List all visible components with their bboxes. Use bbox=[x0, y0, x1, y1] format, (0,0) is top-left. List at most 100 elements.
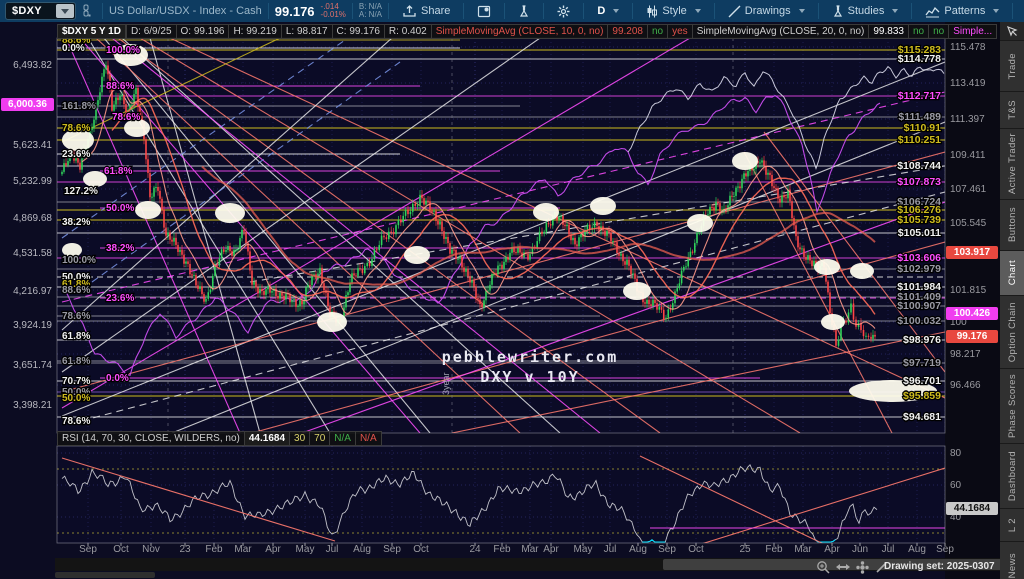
fib-retracement-label: 100.0% bbox=[62, 255, 96, 266]
sma10-flag2[interactable]: yes bbox=[668, 24, 693, 39]
sidebar-tab-dashboard[interactable]: Dashboard bbox=[1000, 444, 1024, 509]
sidebar-tab-label: Trade bbox=[1007, 53, 1018, 79]
timeframe-label: D bbox=[597, 5, 605, 17]
sidebar-tab-t-s[interactable]: T&S bbox=[1000, 92, 1024, 129]
sidebar-tab-l-2[interactable]: L 2 bbox=[1000, 509, 1024, 542]
sidebar-tab-buttons[interactable]: Buttons bbox=[1000, 200, 1024, 251]
sidebar-tab-option-chain[interactable]: Option Chain bbox=[1000, 296, 1024, 369]
sma10-value: 99.208 bbox=[608, 24, 648, 39]
sidebar-tab-label: L 2 bbox=[1007, 518, 1018, 532]
rsi-oversold-param[interactable]: 30 bbox=[290, 431, 310, 446]
vertical-line-label: 3year bbox=[441, 372, 451, 395]
sidebar-tab-label: News bbox=[1007, 553, 1018, 578]
pan-arrows-icon[interactable] bbox=[836, 561, 850, 573]
rsi-value-badge: 44.1684 bbox=[946, 502, 998, 515]
axis-price-badge: 99.176 bbox=[946, 330, 998, 343]
highlight-ellipse[interactable] bbox=[623, 282, 651, 300]
sidebar-tab-news[interactable]: News bbox=[1000, 542, 1024, 579]
fib-retracement-label: 0.0% bbox=[106, 373, 129, 384]
drawings-button[interactable]: Drawings bbox=[721, 0, 812, 22]
highlight-ellipse[interactable] bbox=[732, 152, 758, 170]
symbol-description: US Dollar/USDX - Index - Cash bbox=[109, 5, 262, 17]
notes-button[interactable] bbox=[470, 0, 498, 22]
price-level-label: $105.011 bbox=[898, 227, 941, 239]
fib-retracement-label: 23.6% bbox=[106, 293, 134, 304]
analysis-flask-button[interactable] bbox=[511, 0, 537, 22]
main-chart-canvas[interactable]: pebblewriter.comDXY v 10Y3year6,493.825,… bbox=[0, 22, 1000, 579]
gadget-sidebar: Trade T&S Active TraderButtons Chart Option … bbox=[1000, 22, 1024, 579]
price-level-label: $96.701 bbox=[903, 375, 941, 387]
sma10-label[interactable]: SimpleMovingAvg (CLOSE, 10, 0, no) bbox=[432, 24, 609, 39]
drawings-label: Drawings bbox=[745, 5, 791, 17]
sidebar-tab-phase-scores[interactable]: Phase Scores bbox=[1000, 369, 1024, 444]
sidebar-tab-trade[interactable]: Trade bbox=[1000, 41, 1024, 92]
more-studies-truncated[interactable]: Simple... bbox=[949, 24, 997, 39]
highlight-ellipse[interactable] bbox=[135, 201, 161, 219]
price-level-label: $110.91 bbox=[904, 122, 942, 134]
auto-scale-icon[interactable] bbox=[856, 561, 869, 574]
highlight-ellipse[interactable] bbox=[821, 314, 845, 330]
zoom-in-icon[interactable] bbox=[816, 560, 830, 574]
right-axis-tick: 101.815 bbox=[950, 285, 987, 296]
sma20-flag2[interactable]: no bbox=[929, 24, 949, 39]
rsi-overbought-param[interactable]: 70 bbox=[310, 431, 330, 446]
chart-symbol-timeframe[interactable]: $DXY 5 Y 1D bbox=[57, 24, 126, 39]
price-level-label: $102.979 bbox=[897, 263, 941, 275]
left-axis-label: 3,651.74 bbox=[13, 360, 52, 371]
left-axis-label: 5,232.99 bbox=[13, 176, 52, 187]
right-axis-tick: 107.461 bbox=[950, 184, 987, 195]
share-button[interactable]: Share bbox=[395, 0, 457, 22]
sidebar-tab-label: Chart bbox=[1007, 260, 1018, 285]
style-label: Style bbox=[662, 5, 686, 17]
highlight-ellipse[interactable] bbox=[814, 259, 840, 275]
sidebar-tab-label: T&S bbox=[1007, 100, 1018, 120]
fib-retracement-label: 23.6% bbox=[62, 149, 90, 160]
ohlc-field: L: 98.817 bbox=[282, 24, 333, 39]
highlight-ellipse[interactable] bbox=[317, 312, 347, 332]
symbol-text: $DXY bbox=[12, 5, 42, 17]
settings-gear-icon[interactable] bbox=[550, 0, 577, 22]
fib-retracement-label: 78.6% bbox=[62, 416, 90, 427]
right-axis-tick: 111.397 bbox=[950, 114, 985, 125]
price-level-label: $100.907 bbox=[897, 300, 941, 312]
link-channel-icon[interactable] bbox=[76, 0, 96, 22]
list-menu-icon[interactable] bbox=[1019, 0, 1024, 22]
right-axis-tick: 115.478 bbox=[950, 42, 986, 53]
sma10-flag1[interactable]: no bbox=[648, 24, 668, 39]
highlight-ellipse[interactable] bbox=[404, 246, 430, 264]
highlight-ellipse[interactable] bbox=[533, 203, 559, 221]
fib-retracement-label: 127.2% bbox=[64, 186, 98, 197]
bottom-left-tab[interactable] bbox=[55, 572, 155, 578]
sma20-label[interactable]: SimpleMovingAvg (CLOSE, 20, 0, no) bbox=[693, 24, 870, 39]
rsi-na-green: N/A bbox=[330, 431, 356, 446]
timeframe-button[interactable]: D bbox=[590, 0, 626, 22]
right-axis-tick: 96.466 bbox=[950, 380, 981, 391]
left-axis-label: 5,623.41 bbox=[13, 140, 52, 151]
highlight-ellipse[interactable] bbox=[850, 263, 874, 279]
rsi-header: RSI (14, 70, 30, CLOSE, WILDERS, no) 44.… bbox=[57, 431, 382, 446]
symbol-dropdown-button[interactable] bbox=[56, 4, 74, 18]
fib-retracement-label: 88.6% bbox=[62, 285, 90, 296]
right-axis-tick: 109.411 bbox=[950, 150, 986, 161]
sidebar-tab-active-trader[interactable]: Active Trader bbox=[1000, 129, 1024, 200]
sidebar-tab-label: Dashboard bbox=[1007, 451, 1018, 501]
sidebar-tab-chart[interactable]: Chart bbox=[1000, 251, 1024, 296]
highlight-ellipse[interactable] bbox=[687, 214, 713, 232]
pointer-cursor-icon[interactable] bbox=[1000, 22, 1024, 41]
rsi-label[interactable]: RSI (14, 70, 30, CLOSE, WILDERS, no) bbox=[57, 431, 245, 446]
price-level-label: $100.032 bbox=[897, 315, 941, 327]
studies-button[interactable]: Studies bbox=[825, 0, 906, 22]
sma20-flag1[interactable]: no bbox=[909, 24, 929, 39]
symbol-input[interactable]: $DXY bbox=[5, 2, 76, 20]
top-toolbar: $DXY US Dollar/USDX - Index - Cash 99.17… bbox=[0, 0, 1024, 22]
chart-region[interactable]: pebblewriter.comDXY v 10Y3year6,493.825,… bbox=[0, 22, 1000, 579]
rsi-value: 44.1684 bbox=[245, 431, 290, 446]
price-level-label: $110.251 bbox=[898, 134, 941, 146]
highlight-ellipse[interactable] bbox=[590, 197, 616, 215]
fib-retracement-label: 61.8% bbox=[62, 356, 90, 367]
patterns-button[interactable]: Patterns bbox=[918, 0, 1006, 22]
chart-zoom-controls bbox=[816, 560, 888, 574]
style-button[interactable]: Style bbox=[639, 0, 707, 22]
watermark-line2: DXY v 10Y bbox=[480, 368, 579, 386]
highlight-ellipse[interactable] bbox=[215, 203, 245, 223]
